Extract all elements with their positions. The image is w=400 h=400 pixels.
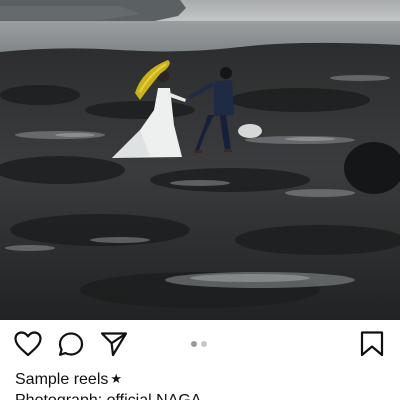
post-caption: Photograph: official NAGA (15, 390, 201, 400)
carousel-dot (201, 341, 207, 347)
heart-outline-icon[interactable] (13, 329, 43, 359)
star-icon: ★ (110, 371, 123, 386)
post-username-line: Sample reels ★ (15, 368, 122, 390)
carousel-dot-active (191, 341, 197, 347)
bookmark-outline-icon[interactable] (357, 329, 387, 359)
instagram-post: Sample reels★ Photograph: official NAGA (0, 0, 400, 400)
paper-plane-icon[interactable] (99, 329, 129, 359)
speech-bubble-icon[interactable] (56, 329, 86, 359)
carousel-indicator (191, 341, 207, 347)
post-photo[interactable] (0, 0, 400, 320)
post-username[interactable]: Sample reels (15, 371, 108, 388)
